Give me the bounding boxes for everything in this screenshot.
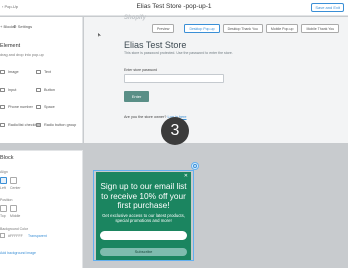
element-section-subtitle: drag and drop into pop-up xyxy=(0,53,44,57)
element-checkbox[interactable]: Radio/list checkbox xyxy=(0,123,41,127)
background-color-swatch[interactable] xyxy=(0,233,5,238)
elements-panel: + Blocks ⚙ Settings Element drag and dro… xyxy=(0,17,83,143)
background-color-value[interactable]: #FFFFFF xyxy=(8,234,23,238)
block-settings-panel: Block Align Left Center Position Top Mid… xyxy=(0,150,83,268)
align-left-label: Left xyxy=(0,186,6,190)
password-label: Enter store password xyxy=(124,68,158,72)
email-signup-popup: ✕ Sign up to our email list to receive 1… xyxy=(96,172,191,260)
top-bar: ‹ Pop-Up Elias Test Store -pop-up-1 Save… xyxy=(0,0,348,16)
mouse-cursor-icon xyxy=(98,33,101,37)
add-background-image-link[interactable]: Add background image xyxy=(0,251,36,255)
align-caption: Align xyxy=(0,170,8,174)
popup-settings-handle[interactable] xyxy=(191,162,199,170)
store-title: Elias Test Store xyxy=(124,40,187,50)
position-middle-button[interactable] xyxy=(10,205,17,212)
image-icon xyxy=(0,70,5,74)
position-middle-label: Middle xyxy=(10,214,21,218)
checkbox-icon xyxy=(0,123,5,127)
email-field[interactable] xyxy=(100,231,187,240)
align-center-label: Center xyxy=(10,186,21,190)
popup-body-text[interactable]: Get exclusive access to our latest produ… xyxy=(101,213,186,224)
page-title: Elias Test Store -pop-up-1 xyxy=(136,3,212,10)
save-and-exit-button[interactable]: Save and Exit xyxy=(311,3,344,12)
space-icon xyxy=(36,105,41,109)
gear-icon xyxy=(193,164,197,168)
popup-headline[interactable]: Sign up to our email list to receive 10%… xyxy=(99,181,188,211)
element-button[interactable]: Button xyxy=(36,88,55,92)
element-input[interactable]: Input xyxy=(0,88,16,92)
phone-icon xyxy=(0,105,5,109)
position-top-button[interactable] xyxy=(0,205,7,212)
position-top-label: Top xyxy=(0,214,6,218)
element-text[interactable]: Text xyxy=(36,70,51,74)
input-icon xyxy=(0,88,5,92)
text-icon xyxy=(36,70,41,74)
element-radio-group[interactable]: Radio button group xyxy=(36,123,76,127)
tab-mobile-thank-you[interactable]: Mobile Thank You xyxy=(301,24,340,33)
password-input[interactable] xyxy=(124,74,224,83)
align-center-button[interactable] xyxy=(10,177,17,184)
step-number-badge: 3 xyxy=(161,117,189,145)
background-color-row: #FFFFFF Transparent xyxy=(0,233,78,239)
subscribe-button[interactable]: Subscribe xyxy=(100,248,187,256)
preview-button[interactable]: Preview xyxy=(152,24,175,33)
shopify-logo: Shopify xyxy=(124,15,146,21)
close-icon[interactable]: ✕ xyxy=(184,173,188,179)
element-image[interactable]: Image xyxy=(0,70,19,74)
radio-icon xyxy=(36,123,41,127)
element-space[interactable]: Space xyxy=(36,105,55,109)
background-color-caption: Background Color xyxy=(0,227,29,231)
tab-settings[interactable]: ⚙ Settings xyxy=(13,24,32,29)
tab-desktop-popup[interactable]: Desktop Pop-up xyxy=(184,24,220,33)
enter-button[interactable]: Enter xyxy=(124,91,149,102)
element-phone-number[interactable]: Phone number xyxy=(0,105,33,109)
position-caption: Position xyxy=(0,198,13,202)
transparent-toggle[interactable]: Transparent xyxy=(28,234,47,238)
owner-question: Are you the store owner? xyxy=(124,115,167,119)
tab-desktop-thank-you[interactable]: Desktop Thank You xyxy=(222,24,263,33)
element-section-title: Element xyxy=(0,43,21,49)
align-left-button[interactable] xyxy=(0,177,7,184)
store-preview: Shopify Preview Desktop Pop-up Desktop T… xyxy=(84,15,348,143)
preview-mode-tabs: Preview Desktop Pop-up Desktop Thank You… xyxy=(152,24,340,33)
block-settings-title: Block xyxy=(0,155,14,161)
button-icon xyxy=(36,88,41,92)
store-subtitle: This store is password protected. Use th… xyxy=(124,51,233,55)
tab-mobile-popup[interactable]: Mobile Pop-up xyxy=(265,24,299,33)
